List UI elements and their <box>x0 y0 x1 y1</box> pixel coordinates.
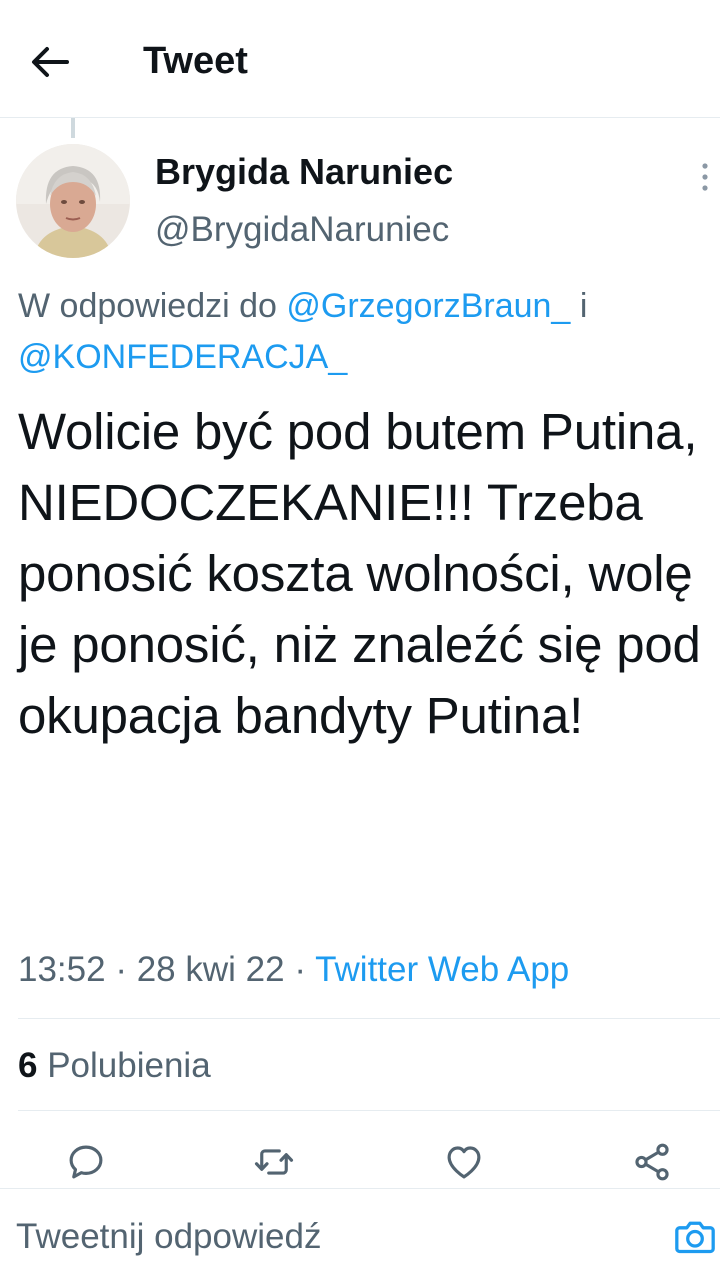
tweet-text: Wolicie być pod butem Putina, NIEDOCZEKA… <box>18 403 701 744</box>
heart-icon <box>447 1146 481 1179</box>
reply-to-prefix: W odpowiedzi do <box>18 287 277 325</box>
camera-button[interactable] <box>672 1213 718 1259</box>
top-bar: Tweet <box>0 0 720 118</box>
tweet-metadata: 13:52 · 28 kwi 22 · Twitter Web App <box>18 946 569 994</box>
reply-composer-bar: Tweetnij odpowiedź <box>0 1188 720 1280</box>
divider <box>18 1110 720 1111</box>
more-vertical-icon <box>702 163 708 191</box>
likes-count: 6 <box>18 1046 38 1085</box>
divider <box>18 1018 720 1019</box>
reply-input[interactable]: Tweetnij odpowiedź <box>16 1215 636 1259</box>
meta-separator: · <box>115 950 127 989</box>
share-button[interactable] <box>628 1138 676 1186</box>
tweet-time: 13:52 <box>18 950 106 989</box>
tweet-page: Tweet Brygida Naruniec @BrygidaNaruniec … <box>0 0 720 1280</box>
likes-stat[interactable]: 6 Polubienia <box>18 1042 211 1090</box>
author-handle[interactable]: @BrygidaNaruniec <box>155 208 449 252</box>
avatar[interactable] <box>16 144 130 258</box>
mention-link[interactable]: @KONFEDERACJA_ <box>18 338 347 376</box>
tweet-date: 28 kwi 22 <box>136 950 285 989</box>
reply-to-connector: i <box>579 287 588 325</box>
reply-button[interactable] <box>62 1138 110 1186</box>
reply-context: W odpowiedzi do @GrzegorzBraun_ i @KONFE… <box>18 281 708 383</box>
retweet-icon <box>254 1149 294 1175</box>
retweet-button[interactable] <box>250 1138 298 1186</box>
avatar-image <box>16 144 130 258</box>
thread-connector-line <box>71 118 75 138</box>
share-icon <box>635 1143 669 1181</box>
tweet-source-link[interactable]: Twitter Web App <box>315 950 569 989</box>
page-title: Tweet <box>143 40 248 82</box>
like-button[interactable] <box>440 1138 488 1186</box>
back-button[interactable] <box>24 36 76 88</box>
mention-link[interactable]: @GrzegorzBraun_ <box>286 287 570 325</box>
author-name[interactable]: Brygida Naruniec <box>155 150 453 194</box>
reply-icon <box>69 1145 103 1179</box>
likes-label: Polubienia <box>47 1046 211 1085</box>
arrow-left-icon <box>32 47 69 77</box>
meta-separator: · <box>294 950 306 989</box>
more-options-button[interactable] <box>690 160 720 194</box>
camera-icon <box>675 1221 715 1254</box>
